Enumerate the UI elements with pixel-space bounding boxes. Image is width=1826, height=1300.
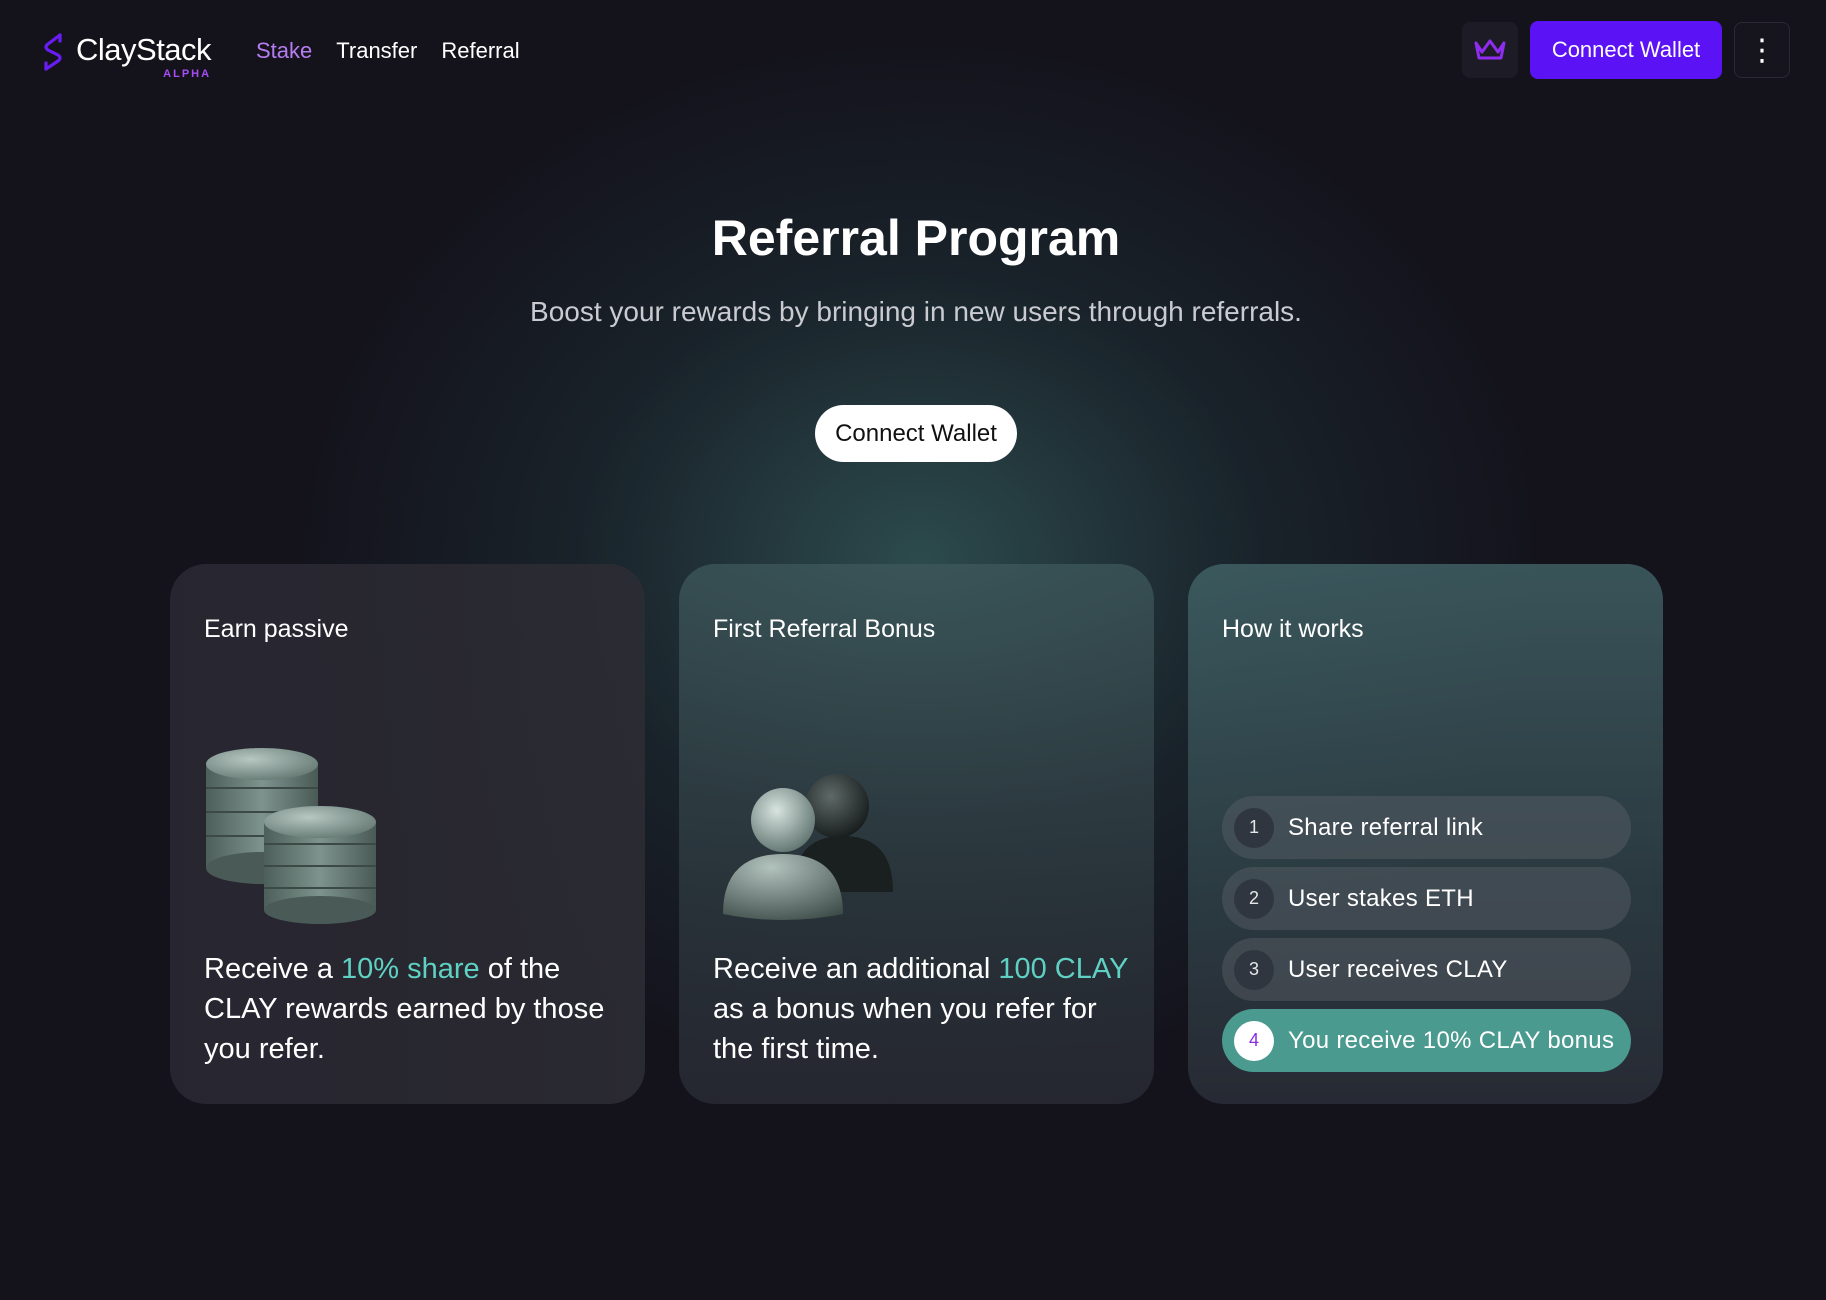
card-title: How it works [1222, 615, 1364, 643]
card-title: First Referral Bonus [713, 615, 936, 643]
step-item-active: 4 You receive 10% CLAY bonus [1222, 1009, 1631, 1072]
step-item: 3 User receives CLAY [1222, 938, 1631, 1001]
step-label: Share referral link [1288, 813, 1484, 841]
nav-links: Stake Transfer Referral [256, 36, 520, 66]
page-title: Referral Program [711, 210, 1121, 266]
brand-name: ClayStack [76, 32, 212, 67]
card-text-before: Receive an additional [713, 953, 999, 985]
card-highlight: 100 CLAY [998, 953, 1128, 985]
crown-icon [1474, 39, 1506, 60]
users-icon [723, 774, 893, 920]
card-text-after: as a bonus when you refer for the first … [713, 993, 1097, 1065]
hero-connect-wallet-button[interactable]: Connect Wallet [815, 405, 1017, 462]
claystack-logo-icon [44, 33, 62, 71]
connect-wallet-button[interactable]: Connect Wallet [1530, 21, 1722, 79]
page-subtitle: Boost your rewards by bringing in new us… [530, 296, 1302, 327]
step-label: User receives CLAY [1288, 955, 1508, 983]
card-title: Earn passive [204, 615, 349, 643]
more-menu-button[interactable]: ⋮ [1734, 22, 1790, 78]
step-number: 4 [1234, 1020, 1274, 1061]
step-label: You receive 10% CLAY bonus [1288, 1026, 1615, 1054]
card-description: Receive a 10% share of the CLAY rewards … [204, 949, 624, 1069]
step-item: 1 Share referral link [1222, 796, 1631, 859]
card-description: Receive an additional 100 CLAY as a bonu… [713, 949, 1133, 1069]
how-it-works-card: How it works 1 Share referral link 2 Use… [1188, 564, 1663, 1104]
coins-icon [206, 748, 376, 924]
card-text-before: Receive a [204, 953, 342, 985]
brand-tag: ALPHA [163, 68, 212, 80]
earn-passive-card: Earn passive Receive a 10% share of the [170, 564, 645, 1104]
crown-button[interactable] [1462, 22, 1518, 78]
step-number: 1 [1234, 807, 1274, 848]
top-nav: ClayStack ALPHA Stake Transfer Referral … [0, 0, 1826, 100]
steps-list: 1 Share referral link 2 User stakes ETH … [1222, 796, 1631, 1072]
step-number: 3 [1234, 949, 1274, 990]
nav-link-stake[interactable]: Stake [256, 36, 312, 66]
card-highlight: 10% share [341, 953, 480, 985]
brand-text: ClayStack ALPHA [76, 30, 212, 80]
step-number: 2 [1234, 878, 1274, 919]
nav-link-transfer[interactable]: Transfer [336, 36, 417, 66]
more-vertical-icon: ⋮ [1747, 33, 1777, 67]
nav-link-referral[interactable]: Referral [441, 36, 519, 66]
brand-logo[interactable]: ClayStack ALPHA [40, 30, 212, 82]
step-item: 2 User stakes ETH [1222, 867, 1631, 930]
first-referral-bonus-card: First Referral Bonus Receive an addition… [679, 564, 1154, 1104]
step-label: User stakes ETH [1288, 884, 1474, 912]
